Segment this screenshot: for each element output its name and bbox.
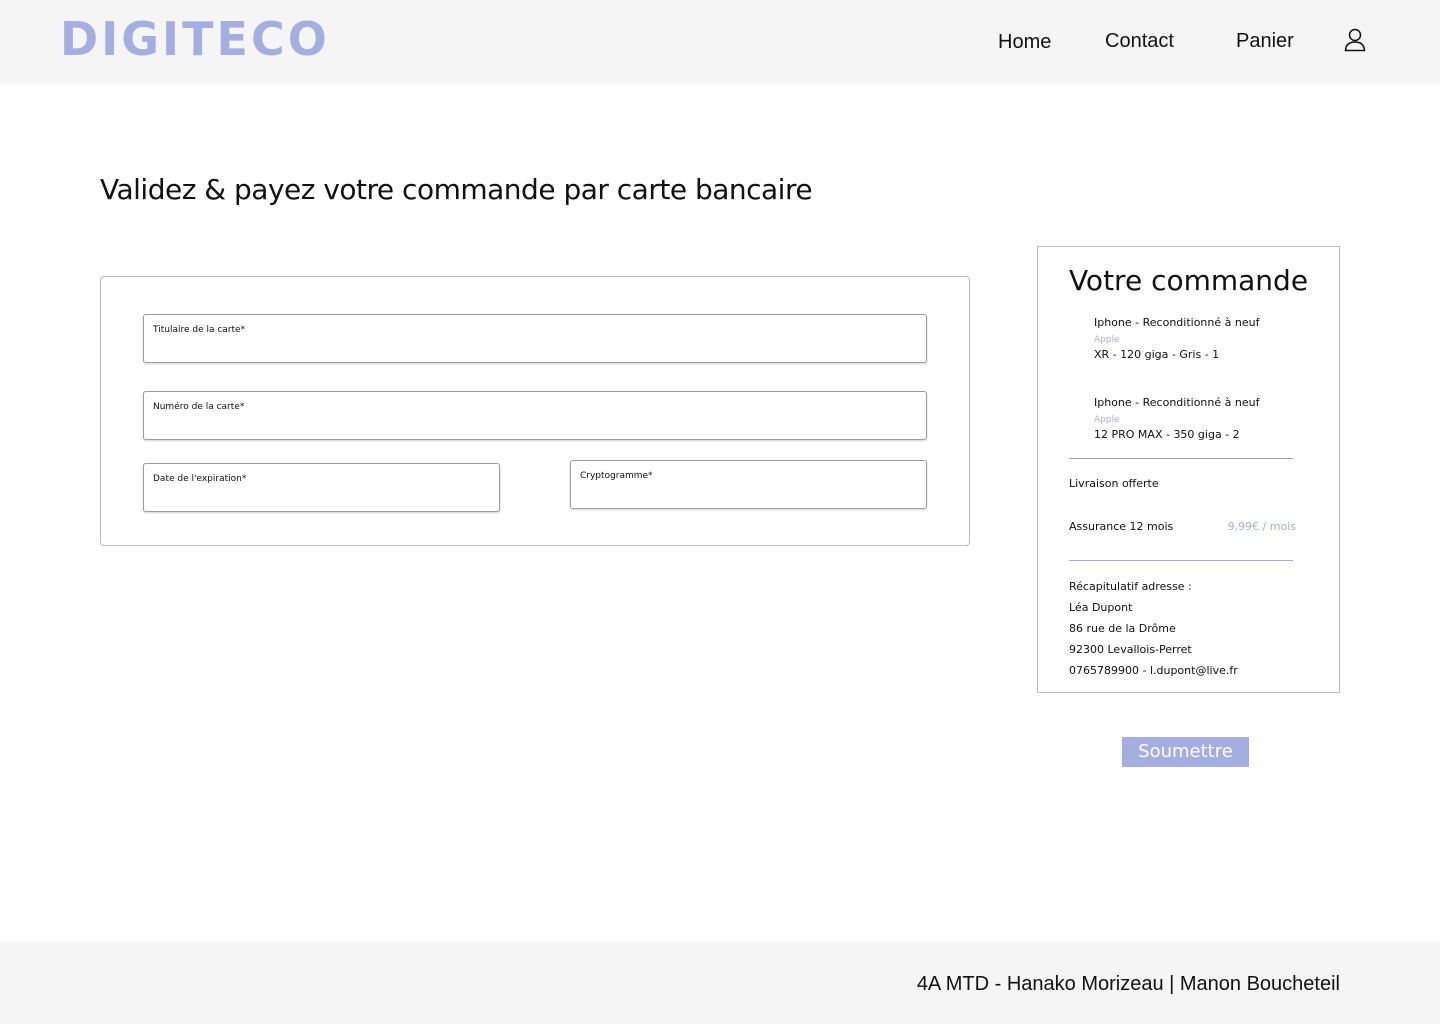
logo[interactable]: DIGITECO xyxy=(60,12,330,66)
footer-credits: 4A MTD - Hanako Morizeau | Manon Bouchet… xyxy=(916,973,1340,995)
footer: 4A MTD - Hanako Morizeau | Manon Bouchet… xyxy=(0,942,1440,1024)
insurance-label: Assurance 12 mois xyxy=(1069,520,1174,533)
cvv-input[interactable] xyxy=(579,485,918,505)
nav-home-link[interactable]: Home xyxy=(998,29,1051,55)
delivery-label: Livraison offerte xyxy=(1069,477,1159,490)
divider xyxy=(1069,458,1293,459)
order-item-name: Iphone - Reconditionné à neuf xyxy=(1094,396,1260,409)
cvv-field[interactable]: Cryptogramme* xyxy=(570,460,927,509)
nav-cart-link[interactable]: Panier xyxy=(1236,28,1294,54)
address-contact: 0765789900 - l.dupont@live.fr xyxy=(1069,664,1238,677)
address-city: 92300 Levallois-Perret xyxy=(1069,643,1192,656)
order-item-brand: Apple xyxy=(1094,335,1120,345)
user-icon[interactable] xyxy=(1344,28,1366,52)
card-number-input[interactable] xyxy=(152,416,918,436)
nav-contact-link[interactable]: Contact xyxy=(1105,28,1174,54)
order-item-details: 12 PRO MAX - 350 giga - 2 xyxy=(1094,428,1240,441)
order-title: Votre commande xyxy=(1068,264,1309,297)
card-holder-label: Titulaire de la carte* xyxy=(153,325,246,335)
header: DIGITECO Home Contact Panier xyxy=(0,0,1440,84)
order-item-name: Iphone - Reconditionné à neuf xyxy=(1094,316,1260,329)
order-item-details: XR - 120 giga - Gris - 1 xyxy=(1094,348,1220,361)
card-holder-input[interactable] xyxy=(152,339,918,359)
order-item-brand: Apple xyxy=(1094,415,1120,425)
address-name: Léa Dupont xyxy=(1069,601,1133,614)
expiry-date-field[interactable]: Date de l'expiration* xyxy=(143,463,500,512)
card-number-label: Numéro de la carte* xyxy=(153,402,245,412)
expiry-date-input[interactable] xyxy=(152,488,491,508)
page-title: Validez & payez votre commande par carte… xyxy=(100,173,813,206)
address-heading: Récapitulatif adresse : xyxy=(1069,580,1192,593)
insurance-price: 9,99€ / mois xyxy=(1227,520,1296,533)
card-number-field[interactable]: Numéro de la carte* xyxy=(143,391,927,440)
address-street: 86 rue de la Drôme xyxy=(1069,622,1176,635)
expiry-date-label: Date de l'expiration* xyxy=(153,474,247,484)
divider xyxy=(1069,560,1293,561)
card-holder-field[interactable]: Titulaire de la carte* xyxy=(143,314,927,363)
cvv-label: Cryptogramme* xyxy=(580,471,653,481)
submit-button[interactable]: Soumettre xyxy=(1122,737,1249,767)
